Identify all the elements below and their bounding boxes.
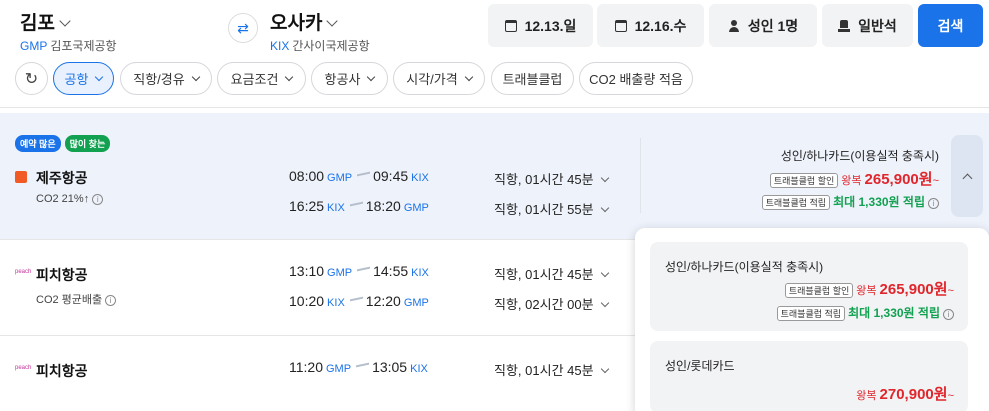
origin-code: GMP <box>20 39 48 53</box>
filter-co2[interactable]: CO2 배출량 적음 <box>579 62 693 95</box>
search-button[interactable]: 검색 <box>918 4 983 47</box>
refresh-icon[interactable]: ↻ <box>15 62 48 95</box>
chevron-down-icon <box>600 298 609 308</box>
points-tag: 트래블클럽 적립 <box>761 195 831 211</box>
airline-name: 제주항공 <box>36 170 88 186</box>
search-header: 김포 GMP 김포국제공항 ⇄ 오사카 KIX 간사이국제공항 12.13.일 12… <box>0 0 989 108</box>
passengers-label: 성인 1명 <box>747 17 799 34</box>
fare-price: 265,900원 <box>879 281 948 298</box>
chevron-down-icon <box>600 203 609 213</box>
chevron-up-icon <box>962 173 972 183</box>
airline-logo: peach <box>15 365 32 371</box>
chevron-down-icon <box>367 72 376 81</box>
destination-selector[interactable]: 오사카 KIX 간사이국제공항 <box>270 8 370 54</box>
chevron-down-icon <box>285 72 294 81</box>
price-option[interactable]: 성인/하나카드(이용실적 충족시) 트래블클럽 할인 왕복 265,900원~ 트래… <box>650 242 968 331</box>
filter-airline[interactable]: 항공사 <box>311 62 388 95</box>
airline-logo <box>15 171 27 183</box>
destination-airport: 간사이국제공항 <box>292 39 370 53</box>
calendar-icon <box>614 19 627 32</box>
flight-result-row[interactable]: 예약 많은 많이 찾는 제주항공 CO2 21%↑ i 08:00 GMP 09:45… <box>0 113 989 240</box>
card-condition: 성인/하나카드(이용실적 충족시) <box>665 260 824 274</box>
collapse-button[interactable] <box>951 135 983 217</box>
outbound-leg: 08:00 GMP 09:45 KIX <box>289 168 429 184</box>
passengers-button[interactable]: 성인 1명 <box>709 4 817 47</box>
swap-icon[interactable]: ⇄ <box>228 13 258 43</box>
chevron-down-icon <box>600 364 609 374</box>
chevron-down-icon <box>464 72 473 81</box>
chevron-down-icon <box>326 15 339 27</box>
points-tag: 트래블클럽 적립 <box>776 306 846 322</box>
card-condition: 성인/하나카드(이용실적 충족시) <box>780 149 939 163</box>
price-summary: 성인/하나카드(이용실적 충족시) 트래블클럽 할인 왕복 265,900원~ 트래… <box>761 147 939 211</box>
depart-date: 12.13.일 <box>524 17 577 34</box>
info-icon[interactable]: i <box>928 198 939 209</box>
airline-name: 피치항공 <box>36 267 88 283</box>
discount-tag: 트래블클럽 할인 <box>769 173 839 189</box>
inbound-duration[interactable]: 직항, 02시간 00분 <box>494 294 609 313</box>
filter-time-price[interactable]: 시각/가격 <box>393 62 485 95</box>
chevron-down-icon <box>191 72 200 81</box>
fare-price: 270,900원 <box>879 386 948 403</box>
badge-group: 예약 많은 많이 찾는 <box>15 135 111 152</box>
points-amount: 최대 1,330원 적립 <box>848 306 940 320</box>
filter-travel-club[interactable]: 트래블클럽 <box>491 62 574 95</box>
price-options-panel: 성인/하나카드(이용실적 충족시) 트래블클럽 할인 왕복 265,900원~ 트래… <box>635 228 989 411</box>
inbound-leg: 10:20 KIX 12:20 GMP <box>289 293 429 309</box>
origin-city: 김포 <box>20 13 55 34</box>
chevron-down-icon <box>600 173 609 183</box>
return-date: 12.16.수 <box>634 17 687 34</box>
card-condition: 성인/롯데카드 <box>665 359 735 373</box>
status-badge: 많이 찾는 <box>64 135 111 152</box>
outbound-leg: 11:20 GMP 13:05 KIX <box>289 359 428 375</box>
plane-icon <box>357 171 371 181</box>
seat-class-label: 일반석 <box>858 17 897 34</box>
chevron-down-icon <box>600 268 609 278</box>
fare-price: 265,900원 <box>864 171 933 188</box>
destination-code: KIX <box>270 39 290 53</box>
outbound-leg: 13:10 GMP 14:55 KIX <box>289 263 429 279</box>
origin-airport: 김포국제공항 <box>50 39 117 53</box>
chevron-down-icon <box>95 72 104 81</box>
destination-city: 오사카 <box>270 13 323 34</box>
outbound-duration[interactable]: 직항, 01시간 45분 <box>494 169 609 188</box>
origin-selector[interactable]: 김포 GMP 김포국제공항 <box>20 8 117 54</box>
co2-info: CO2 21%↑ i <box>36 193 104 205</box>
outbound-duration[interactable]: 직항, 01시간 45분 <box>494 360 609 379</box>
calendar-icon <box>504 19 517 32</box>
plane-icon <box>349 201 363 211</box>
discount-tag: 트래블클럽 할인 <box>784 283 854 299</box>
points-amount: 최대 1,330원 적립 <box>833 195 925 209</box>
airline-logo: peach <box>15 269 32 275</box>
filter-airport[interactable]: 공항 <box>53 62 114 95</box>
chevron-down-icon <box>59 15 71 27</box>
outbound-duration[interactable]: 직항, 01시간 45분 <box>494 264 609 283</box>
plane-icon <box>356 362 370 372</box>
plane-icon <box>349 296 363 306</box>
info-icon[interactable]: i <box>105 295 117 306</box>
inbound-duration[interactable]: 직항, 01시간 55분 <box>494 199 609 218</box>
plane-icon <box>357 266 371 276</box>
inbound-leg: 16:25 KIX 18:20 GMP <box>289 198 429 214</box>
filter-direct[interactable]: 직항/경유 <box>120 62 212 95</box>
divider <box>640 138 641 213</box>
seat-class-button[interactable]: 일반석 <box>822 4 913 47</box>
info-icon[interactable]: i <box>92 194 104 205</box>
co2-info: CO2 평균배출 i <box>36 291 117 307</box>
filter-fare[interactable]: 요금조건 <box>217 62 306 95</box>
seat-icon <box>838 19 851 32</box>
depart-date-button[interactable]: 12.13.일 <box>488 4 593 47</box>
status-badge: 예약 많은 <box>15 135 61 152</box>
airline-name: 피치항공 <box>36 363 88 379</box>
price-option[interactable]: 성인/롯데카드 왕복 270,900원~ <box>650 341 968 411</box>
info-icon[interactable]: i <box>943 309 954 320</box>
return-date-button[interactable]: 12.16.수 <box>597 4 704 47</box>
person-icon <box>728 19 740 32</box>
